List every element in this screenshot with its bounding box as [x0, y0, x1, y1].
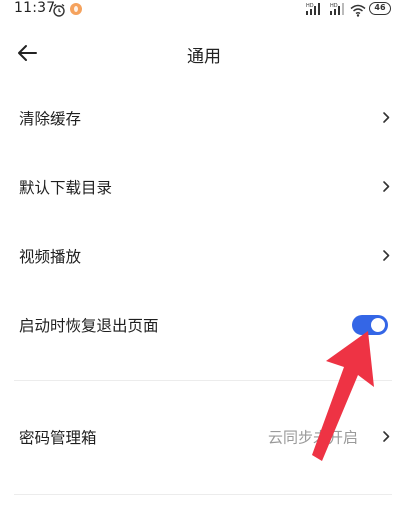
status-bar: 11:37 HD HD 46 [0, 0, 408, 22]
wifi-icon [350, 2, 366, 21]
setting-video-playback[interactable]: 视频播放 [0, 226, 408, 286]
chevron-right-icon [382, 109, 390, 128]
setting-label: 启动时恢复退出页面 [19, 317, 159, 335]
annotation-arrow-icon [312, 331, 374, 461]
setting-clear-cache[interactable]: 清除缓存 [0, 88, 408, 148]
chevron-right-icon [382, 178, 390, 197]
setting-label: 密码管理箱 [19, 429, 97, 447]
alarm-icon [52, 2, 66, 21]
setting-label: 清除缓存 [19, 110, 82, 128]
signal-hd-icon: HD [330, 1, 348, 20]
signal-hd-icon: HD [306, 1, 326, 20]
chevron-right-icon [382, 247, 390, 266]
battery-icon: 46 [369, 2, 391, 15]
chevron-right-icon [382, 428, 390, 447]
nav-bar: 通用 [0, 30, 408, 76]
divider [14, 494, 392, 495]
setting-label: 视频播放 [19, 248, 82, 266]
status-time: 11:37 [14, 0, 56, 16]
setting-label: 默认下载目录 [19, 179, 113, 197]
page-title: 通用 [187, 47, 221, 67]
notification-badge [70, 3, 82, 15]
setting-default-download-dir[interactable]: 默认下载目录 [0, 157, 408, 217]
svg-text:HD: HD [306, 3, 314, 9]
svg-text:HD: HD [330, 3, 338, 9]
